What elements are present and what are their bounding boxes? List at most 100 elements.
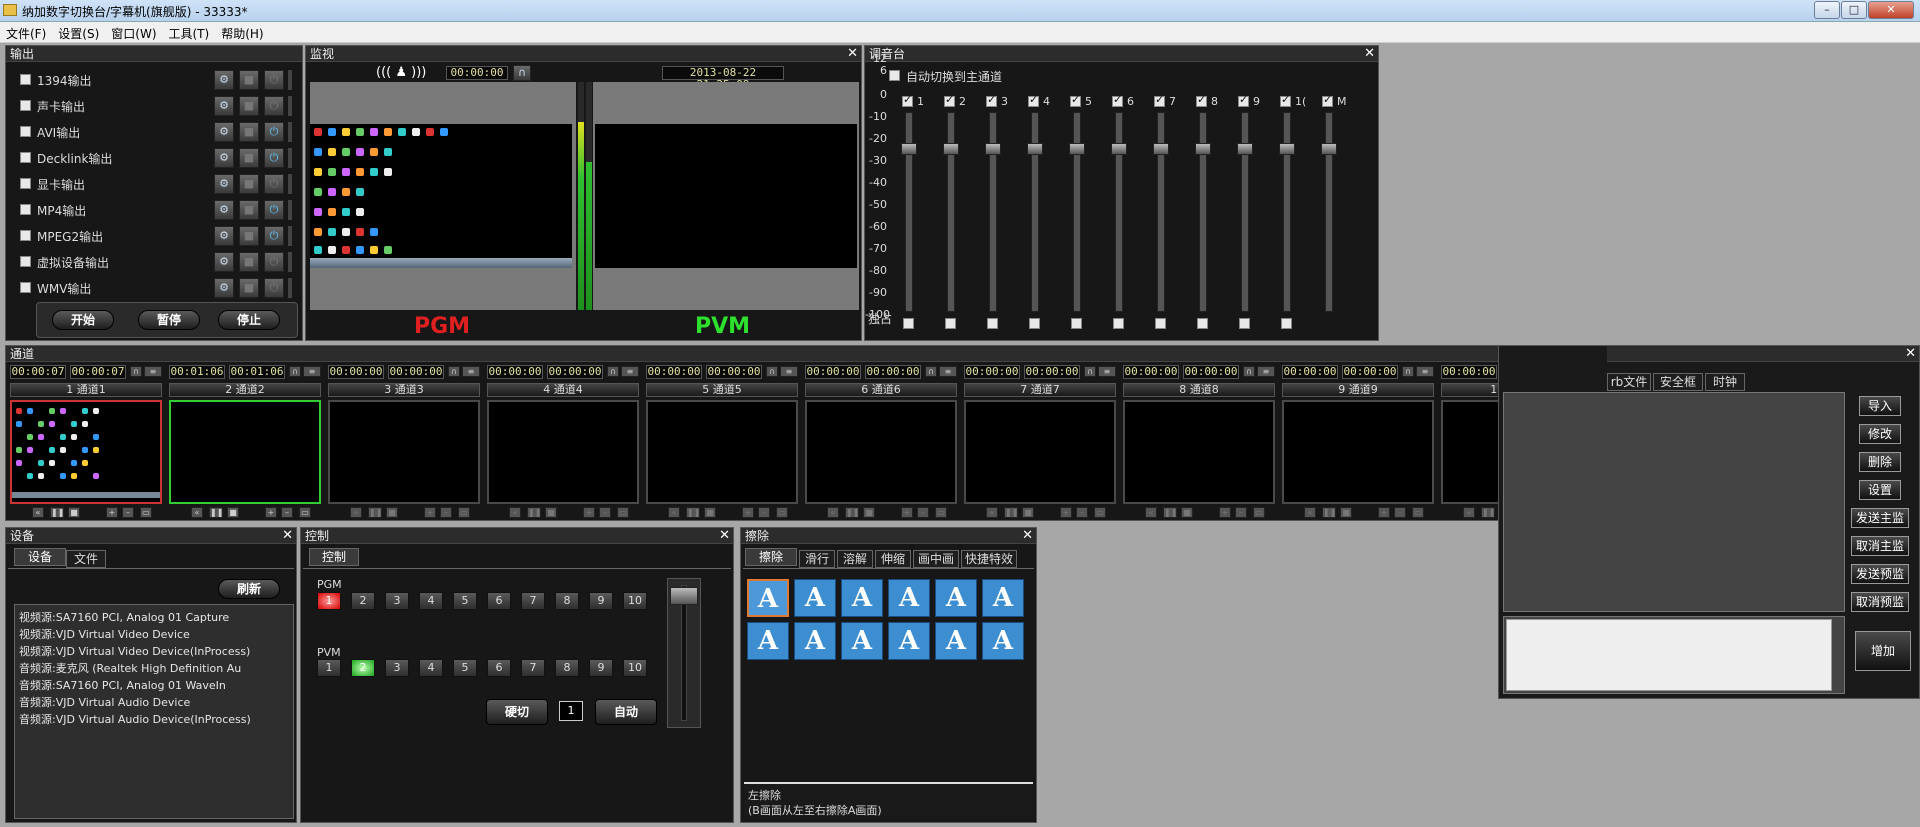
mixer-fader-track[interactable] — [905, 112, 913, 312]
channel-rewind-icon[interactable]: « — [509, 507, 521, 518]
wipe-effect-tile[interactable]: A — [794, 579, 836, 617]
add-button[interactable]: 增加 — [1855, 631, 1911, 671]
auto-button[interactable]: 自动 — [595, 699, 657, 725]
channel-stop-icon[interactable]: ■ — [227, 507, 239, 518]
tab-control[interactable]: 控制 — [309, 548, 359, 566]
mixer-channel-checkbox[interactable] — [1028, 93, 1039, 107]
channel-menu-icon[interactable]: ≡ — [1098, 366, 1116, 377]
channel-pause-icon[interactable]: ❚❚ — [1322, 507, 1336, 518]
tab-device[interactable]: 设备 — [14, 548, 66, 566]
channel-stop-icon[interactable]: ■ — [1022, 507, 1034, 518]
output-settings-icon[interactable]: ⚙ — [214, 174, 234, 194]
pvm-source-button[interactable]: 2 — [351, 659, 375, 677]
channel-add-icon[interactable]: + — [1219, 507, 1231, 518]
channel-pause-icon[interactable]: ❚❚ — [686, 507, 700, 518]
wipe-tab[interactable]: 滑行 — [799, 550, 835, 568]
channel-remove-icon[interactable]: – — [599, 507, 611, 518]
send-main-button[interactable]: 发送主监 — [1851, 508, 1909, 528]
output-power-icon[interactable]: ⏻ — [264, 148, 284, 168]
output-stop-button[interactable]: 停止 — [218, 310, 280, 330]
output-power-icon[interactable]: ⏻ — [264, 174, 284, 194]
channel-loop-icon[interactable]: ∩ — [1402, 366, 1414, 377]
mixer-fader-track[interactable] — [989, 112, 997, 312]
output-settings-icon[interactable]: ⚙ — [214, 226, 234, 246]
output-stop-icon[interactable]: ■ — [239, 174, 259, 194]
pvm-source-button[interactable]: 1 — [317, 659, 341, 677]
device-source-list[interactable]: 视频源:SA7160 PCI, Analog 01 Capture 视频源:VJD… — [14, 604, 294, 819]
output-pause-button[interactable]: 暂停 — [138, 310, 200, 330]
channel-name[interactable]: 1 通道1 — [10, 383, 162, 397]
modify-button[interactable]: 修改 — [1859, 424, 1901, 444]
channel-name[interactable]: 7 通道7 — [964, 383, 1116, 397]
menu-window[interactable]: 窗口(W) — [105, 22, 162, 45]
output-settings-icon[interactable]: ⚙ — [214, 200, 234, 220]
channel-rewind-icon[interactable]: « — [350, 507, 362, 518]
channel-remove-icon[interactable]: – — [1076, 507, 1088, 518]
mixer-solo-checkbox[interactable] — [1197, 318, 1208, 329]
mixer-fader-knob[interactable] — [1195, 143, 1211, 155]
mixer-channel-checkbox[interactable] — [1112, 93, 1123, 107]
channel-stop-icon[interactable]: ■ — [68, 507, 80, 518]
channel-pause-icon[interactable]: ❚❚ — [527, 507, 541, 518]
tab-safe-frame[interactable]: 安全框 — [1653, 373, 1703, 391]
channel-folder-icon[interactable]: ▭ — [617, 507, 629, 518]
channel-add-icon[interactable]: + — [424, 507, 436, 518]
channel-folder-icon[interactable]: ▭ — [935, 507, 947, 518]
tab-clock[interactable]: 时钟 — [1705, 373, 1745, 391]
menu-tools[interactable]: 工具(T) — [163, 22, 216, 45]
channel-pause-icon[interactable]: ❚❚ — [50, 507, 64, 518]
mixer-fader-knob[interactable] — [901, 143, 917, 155]
output-checkbox[interactable] — [20, 126, 31, 137]
channel-pause-icon[interactable]: ❚❚ — [209, 507, 223, 518]
wipe-close-icon[interactable]: ✕ — [1022, 528, 1033, 543]
output-power-icon[interactable]: ⏻ — [264, 226, 284, 246]
output-power-icon[interactable]: ⏻ — [264, 70, 284, 90]
channel-add-icon[interactable]: + — [901, 507, 913, 518]
pvm-source-button[interactable]: 10 — [623, 659, 647, 677]
pgm-source-button[interactable]: 6 — [487, 592, 511, 610]
output-power-icon[interactable]: ⏻ — [264, 96, 284, 116]
menu-settings[interactable]: 设置(S) — [52, 22, 105, 45]
channel-add-icon[interactable]: + — [1060, 507, 1072, 518]
mixer-fader-knob[interactable] — [985, 143, 1001, 155]
menu-file[interactable]: 文件(F) — [0, 22, 52, 45]
channel-name[interactable]: 6 通道6 — [805, 383, 957, 397]
channel-menu-icon[interactable]: ≡ — [1416, 366, 1434, 377]
channel-loop-icon[interactable]: ∩ — [1084, 366, 1096, 377]
mixer-channel-checkbox[interactable] — [1154, 93, 1165, 107]
tbar-track[interactable] — [667, 578, 701, 728]
channel-folder-icon[interactable]: ▭ — [1412, 507, 1424, 518]
mixer-channel-checkbox[interactable] — [1238, 93, 1249, 107]
tab-rbfile[interactable]: rb文件 — [1607, 373, 1651, 391]
wipe-effect-tile[interactable]: A — [794, 622, 836, 660]
device-source-item[interactable]: 音频源:麦克风 (Realtek High Definition Au — [19, 660, 241, 676]
channel-stop-icon[interactable]: ■ — [1181, 507, 1193, 518]
device-close-icon[interactable]: ✕ — [282, 528, 293, 543]
channel-loop-icon[interactable]: ∩ — [130, 366, 142, 377]
pvm-source-button[interactable]: 6 — [487, 659, 511, 677]
mixer-fader-track[interactable] — [1199, 112, 1207, 312]
output-stop-icon[interactable]: ■ — [239, 278, 259, 298]
channel-name[interactable]: 9 通道9 — [1282, 383, 1434, 397]
channel-add-icon[interactable]: + — [106, 507, 118, 518]
channel-remove-icon[interactable]: – — [122, 507, 134, 518]
device-source-item[interactable]: 音频源:VJD Virtual Audio Device(InProcess) — [19, 711, 251, 727]
channel-preview[interactable] — [805, 400, 957, 504]
channel-remove-icon[interactable]: – — [440, 507, 452, 518]
pvm-screen[interactable] — [593, 82, 859, 310]
refresh-button[interactable]: 刷新 — [218, 579, 280, 599]
pvm-source-button[interactable]: 5 — [453, 659, 477, 677]
device-source-item[interactable]: 视频源:SA7160 PCI, Analog 01 Capture — [19, 609, 229, 625]
output-stop-icon[interactable]: ■ — [239, 70, 259, 90]
wipe-effect-tile[interactable]: A — [747, 579, 789, 617]
channel-rewind-icon[interactable]: « — [986, 507, 998, 518]
pvm-source-button[interactable]: 8 — [555, 659, 579, 677]
channel-loop-icon[interactable]: ∩ — [766, 366, 778, 377]
channel-pause-icon[interactable]: ❚❚ — [1004, 507, 1018, 518]
mixer-fader-track[interactable] — [947, 112, 955, 312]
pvm-source-button[interactable]: 3 — [385, 659, 409, 677]
channel-name[interactable]: 4 通道4 — [487, 383, 639, 397]
pgm-source-button[interactable]: 2 — [351, 592, 375, 610]
output-checkbox[interactable] — [20, 100, 31, 111]
wipe-tab[interactable]: 擦除 — [745, 548, 797, 566]
